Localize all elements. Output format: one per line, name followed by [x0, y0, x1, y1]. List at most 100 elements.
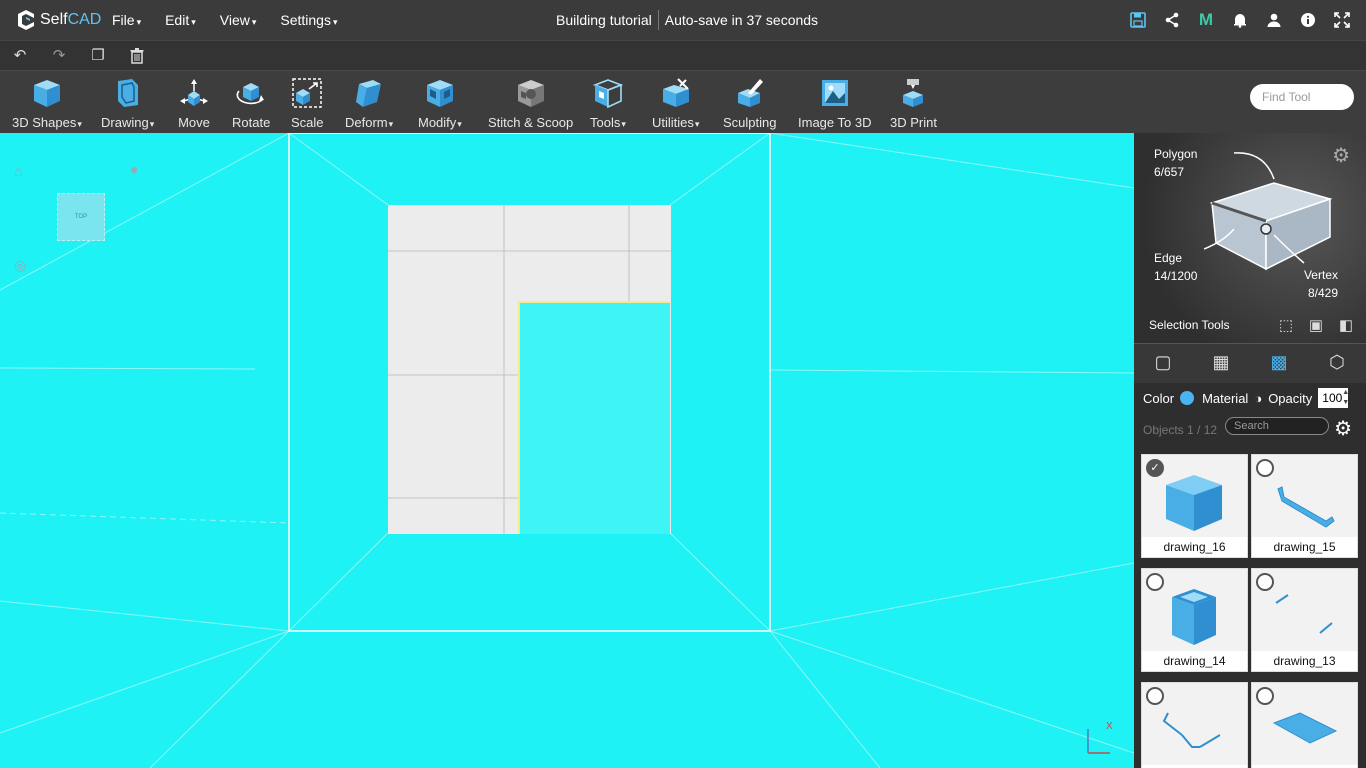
home-icon[interactable]: ⌂	[14, 163, 22, 179]
object-thumbnail	[1162, 712, 1221, 748]
material-label: Material	[1202, 390, 1249, 406]
tool-3d-print[interactable]: 3D Print	[890, 77, 937, 130]
selection-modes: ▢ ▦ ▩ ⬡	[1134, 343, 1366, 383]
tool-label: Rotate	[232, 115, 271, 130]
selfcad-logo-icon	[15, 9, 37, 31]
object-search-input[interactable]	[1225, 417, 1329, 435]
tool-image-to-3d[interactable]: Image To 3D	[798, 77, 871, 130]
color-swatch[interactable]	[1180, 391, 1195, 405]
autosave-status: Auto-save in 37 seconds	[664, 12, 819, 28]
tool-tools[interactable]: Tools	[590, 77, 626, 130]
axis-gizmo: X	[1087, 721, 1113, 754]
tool-scale[interactable]: Scale	[291, 77, 324, 130]
menu-settings[interactable]: Settings	[280, 12, 337, 28]
user-icon[interactable]	[1264, 10, 1284, 30]
object-thumbnail	[1277, 486, 1335, 528]
bell-icon[interactable]	[1230, 10, 1250, 30]
navigation-cube[interactable]: TOP	[57, 193, 105, 241]
project-title[interactable]: Building tutorial	[556, 12, 652, 28]
title-divider	[657, 10, 659, 30]
object-card[interactable]	[1251, 682, 1358, 768]
top-bar: SelfCAD File Edit View Settings Building…	[0, 0, 1366, 40]
tool-sculpting[interactable]: Sculpting	[723, 77, 776, 130]
object-card[interactable]: drawing_13	[1251, 568, 1358, 672]
face-mode-icon[interactable]: ▩	[1267, 352, 1291, 376]
object-card[interactable]: drawing_15	[1251, 454, 1358, 558]
undo-icon[interactable]: ↶	[12, 47, 28, 64]
modify-icon	[424, 77, 456, 109]
tool-label: Drawing	[101, 115, 154, 130]
tool-label: Stitch & Scoop	[488, 115, 574, 130]
vertex-stat[interactable]: Vertex 8/429	[1304, 266, 1338, 302]
tool-rotate[interactable]: Rotate	[232, 77, 270, 130]
menu-view[interactable]: View	[220, 12, 257, 28]
tool-label: Sculpting	[723, 115, 777, 130]
selection-cube-illustration	[1204, 152, 1333, 271]
box-select-icon[interactable]: ⬚	[1276, 316, 1296, 336]
info-icon[interactable]	[1298, 10, 1318, 30]
object-name: drawing_14	[1142, 651, 1247, 671]
move-icon	[178, 77, 210, 109]
drawing-icon	[112, 77, 144, 109]
selection-mode-preview: Polygon 6/657 Edge 14/1200 Vertex 8/429 …	[1134, 133, 1366, 343]
selfcad-logo[interactable]: SelfCAD	[15, 9, 101, 31]
deform-icon	[353, 77, 385, 109]
cube-icon	[31, 77, 63, 109]
tool-move[interactable]: Move	[178, 77, 210, 130]
vertex-mode-icon[interactable]: ⬡	[1325, 352, 1349, 376]
fullscreen-icon[interactable]	[1332, 10, 1352, 30]
object-card[interactable]	[1141, 682, 1248, 768]
tool-drawing[interactable]: Drawing	[101, 77, 154, 130]
3d-print-icon	[897, 77, 929, 109]
object-thumbnail	[1166, 475, 1222, 531]
object-thumbnail	[1275, 594, 1333, 634]
opacity-input[interactable]: 100 ▲ ▼	[1318, 388, 1349, 408]
color-label: Color	[1143, 390, 1175, 406]
tool-label: Move	[178, 115, 210, 130]
material-row: Color Material ◑ Opacity 100 ▲ ▼	[1134, 383, 1366, 413]
object-thumbnail	[1172, 589, 1216, 645]
selection-tools-label: Selection Tools	[1149, 318, 1230, 332]
opacity-label: Opacity	[1268, 390, 1313, 406]
tool-label: Tools	[590, 115, 626, 130]
select-all-icon[interactable]: ▣	[1306, 316, 1326, 336]
edge-stat[interactable]: Edge 14/1200	[1154, 249, 1197, 285]
tool-modify[interactable]: Modify	[418, 77, 462, 130]
objects-settings-gear-icon[interactable]: ⚙	[1334, 416, 1352, 441]
tool-stitch-scoop[interactable]: Stitch & Scoop	[488, 77, 573, 130]
3d-viewport[interactable]: TOP ⌂ ● ◎ X	[0, 133, 1134, 768]
object-mode-icon[interactable]: ▢	[1151, 352, 1175, 376]
m-icon[interactable]: M	[1196, 10, 1216, 30]
polygon-stat[interactable]: Polygon 6/657	[1154, 145, 1197, 181]
light-icon[interactable]: ●	[130, 161, 138, 177]
tool-utilities[interactable]: Utilities	[652, 77, 699, 130]
redo-icon[interactable]: ↷	[51, 47, 67, 64]
svg-text:X: X	[1106, 721, 1113, 732]
right-panel: Polygon 6/657 Edge 14/1200 Vertex 8/429 …	[1134, 133, 1366, 768]
wireframe-mode-icon[interactable]: ▦	[1209, 352, 1233, 376]
find-tool-input[interactable]	[1250, 84, 1354, 110]
image-to-3d-icon	[819, 77, 851, 109]
rotate-icon	[235, 77, 267, 109]
tool-label: Scale	[291, 115, 324, 130]
copy-icon[interactable]: ❐	[90, 47, 106, 64]
delete-icon[interactable]	[129, 47, 145, 64]
tool-label: 3D Shapes	[12, 115, 82, 130]
tool-3d-shapes[interactable]: 3D Shapes	[12, 77, 82, 130]
utilities-icon	[660, 77, 692, 109]
tool-deform[interactable]: Deform	[345, 77, 393, 130]
menu-edit[interactable]: Edit	[165, 12, 196, 28]
scale-icon	[291, 77, 323, 109]
object-name: drawing_13	[1252, 651, 1357, 671]
invert-select-icon[interactable]: ◧	[1336, 316, 1356, 336]
object-card[interactable]: drawing_14	[1141, 568, 1248, 672]
object-card[interactable]: ✓ drawing_16	[1141, 454, 1248, 558]
save-icon[interactable]	[1128, 10, 1148, 30]
object-name: drawing_15	[1252, 537, 1357, 557]
share-icon[interactable]	[1162, 10, 1182, 30]
highlighted-polygon[interactable]	[518, 301, 670, 534]
fingerprint-icon[interactable]: ◎	[14, 257, 26, 274]
object-name: drawing_16	[1142, 537, 1247, 557]
menu-file[interactable]: File	[112, 12, 141, 28]
material-icon[interactable]: ◑	[1254, 391, 1262, 406]
